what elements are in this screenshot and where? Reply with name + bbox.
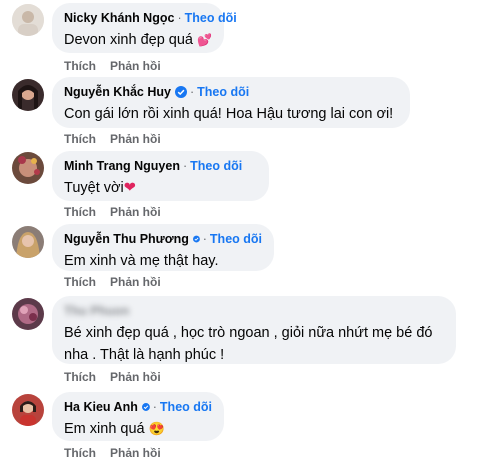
commenter-name[interactable]: Thu Phuon bbox=[64, 303, 129, 319]
like-button[interactable]: Thích bbox=[64, 205, 96, 219]
comment-actions: Thích Phản hồi bbox=[64, 205, 161, 219]
comment-text: Con gái lớn rồi xinh quá! Hoa Hậu tương … bbox=[64, 106, 394, 122]
red-heart-emoji: ❤ bbox=[123, 180, 136, 196]
commenter-name[interactable]: Minh Trang Nguyen bbox=[64, 158, 180, 174]
comment-bubble: Nguyễn Thu Phương · Theo dõi Em xinh và … bbox=[52, 224, 274, 271]
follow-button[interactable]: Theo dõi bbox=[210, 231, 262, 247]
avatar[interactable] bbox=[12, 4, 44, 36]
two-hearts-emoji: 💕 bbox=[197, 33, 212, 47]
comment-text: Bé xinh đẹp quá , học trò ngoan , giỏi n… bbox=[64, 325, 433, 363]
comment-bubble: Minh Trang Nguyen · Theo dõi Tuyệt vời❤ bbox=[52, 151, 269, 201]
separator-dot: · bbox=[152, 400, 157, 414]
avatar[interactable] bbox=[12, 79, 44, 111]
comment-header: Nguyễn Thu Phương · Theo dõi bbox=[64, 231, 262, 247]
comment-header: Minh Trang Nguyen · Theo dõi bbox=[64, 158, 257, 174]
separator-dot: · bbox=[189, 85, 195, 99]
verified-badge-icon bbox=[174, 86, 187, 98]
comment-bubble: Nguyễn Khắc Huy · Theo dõi Con gái lớn r… bbox=[52, 77, 410, 128]
avatar[interactable] bbox=[12, 298, 44, 330]
avatar-image bbox=[12, 4, 44, 36]
separator-dot: · bbox=[177, 11, 182, 25]
comment-bubble: Nicky Khánh Ngọc · Theo dõi Devon xinh đ… bbox=[52, 3, 237, 53]
follow-button[interactable]: Theo dõi bbox=[185, 10, 237, 26]
avatar-image bbox=[12, 152, 44, 184]
comment-header: Ha Kieu Anh · Theo dõi bbox=[64, 399, 212, 415]
avatar[interactable] bbox=[12, 394, 44, 426]
separator-dot: · bbox=[202, 232, 207, 246]
follow-button[interactable]: Theo dõi bbox=[160, 399, 212, 415]
follow-button[interactable]: Theo dõi bbox=[190, 158, 242, 174]
like-button[interactable]: Thích bbox=[64, 446, 96, 460]
heart-eyes-emoji: 😍 bbox=[148, 421, 165, 436]
separator-dot: · bbox=[182, 159, 188, 173]
like-button[interactable]: Thích bbox=[64, 370, 96, 384]
comment-header: Thu Phuon bbox=[64, 303, 444, 319]
like-button[interactable]: Thích bbox=[64, 132, 96, 146]
commenter-name[interactable]: Ha Kieu Anh bbox=[64, 399, 138, 415]
commenter-name[interactable]: Nicky Khánh Ngọc bbox=[64, 10, 174, 26]
like-button[interactable]: Thích bbox=[64, 275, 96, 289]
verified-badge-icon bbox=[141, 403, 150, 411]
avatar-image bbox=[12, 79, 44, 111]
avatar[interactable] bbox=[12, 226, 44, 258]
avatar-image bbox=[12, 394, 44, 426]
comment-actions: Thích Phản hồi bbox=[64, 59, 161, 73]
comment-text: Devon xinh đẹp quá 💕 bbox=[64, 30, 212, 50]
comment-text-content: Devon xinh đẹp quá bbox=[64, 32, 193, 48]
avatar[interactable] bbox=[12, 152, 44, 184]
reply-button[interactable]: Phản hồi bbox=[110, 446, 161, 460]
comment-text-content: Em xinh quá bbox=[64, 421, 145, 437]
reply-button[interactable]: Phản hồi bbox=[110, 132, 161, 146]
comment-actions: Thích Phản hồi bbox=[64, 370, 161, 384]
follow-button[interactable]: Theo dõi bbox=[197, 84, 249, 100]
comment-text: Em xinh và mẹ thật hay. bbox=[64, 253, 219, 269]
reply-button[interactable]: Phản hồi bbox=[110, 59, 161, 73]
avatar-image bbox=[12, 298, 44, 330]
commenter-name[interactable]: Nguyễn Khắc Huy bbox=[64, 84, 171, 100]
comment-text: Tuyệt vời❤ bbox=[64, 178, 257, 198]
like-button[interactable]: Thích bbox=[64, 59, 96, 73]
comment-actions: Thích Phản hồi bbox=[64, 275, 161, 289]
comment-bubble: Ha Kieu Anh · Theo dõi Em xinh quá 😍 bbox=[52, 392, 224, 441]
comment-bubble: Thu Phuon Bé xinh đẹp quá , học trò ngoa… bbox=[52, 296, 456, 364]
comment-header: Nicky Khánh Ngọc · Theo dõi bbox=[64, 10, 237, 26]
commenter-name[interactable]: Nguyễn Thu Phương bbox=[64, 231, 189, 247]
comment-actions: Thích Phản hồi bbox=[64, 446, 161, 460]
comment-text-content: Tuyệt vời bbox=[64, 180, 124, 196]
verified-badge-icon bbox=[192, 235, 200, 243]
reply-button[interactable]: Phản hồi bbox=[110, 275, 161, 289]
reply-button[interactable]: Phản hồi bbox=[110, 205, 161, 219]
comment-header: Nguyễn Khắc Huy · Theo dõi bbox=[64, 84, 398, 100]
reply-button[interactable]: Phản hồi bbox=[110, 370, 161, 384]
avatar-image bbox=[12, 226, 44, 258]
comment-text: Em xinh quá 😍 bbox=[64, 419, 212, 439]
comment-actions: Thích Phản hồi bbox=[64, 132, 161, 146]
